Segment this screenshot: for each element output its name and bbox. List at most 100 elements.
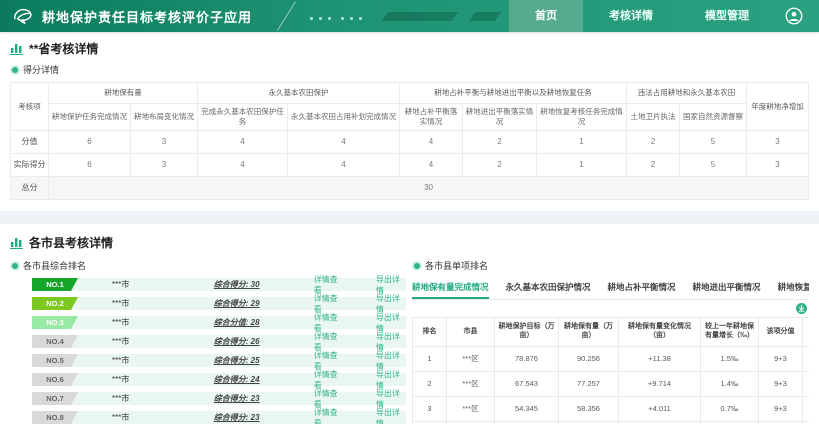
city-assessment-card: 各市县考核详情 各市县综合排名 NO.1***市综合得分: 30详情查看导出详情… — [0, 224, 819, 424]
single-table-cell — [803, 347, 810, 372]
rank-badge: NO.3 — [32, 316, 78, 329]
ranking-row: NO.5***市综合得分: 25详情查看导出详情 — [32, 354, 406, 367]
rank-badge: NO.2 — [32, 297, 78, 310]
rank-badge: NO.6 — [32, 373, 78, 386]
score-detail-row: 得分详情 — [10, 63, 809, 76]
score-subheader: 耕地恢复考核任务完成情况 — [537, 104, 627, 131]
city-section-title: 各市县考核详情 — [29, 234, 113, 251]
score-cell: 6 — [49, 154, 131, 177]
header-decoration — [286, 0, 498, 32]
bar-chart-icon — [10, 236, 23, 249]
single-table-cell: 77.257 — [559, 372, 619, 397]
user-avatar-icon[interactable] — [785, 7, 803, 25]
rank-badge: NO.1 — [32, 278, 78, 291]
brand: 耕地保护责任目标考核评价子应用 — [0, 0, 252, 32]
ranking-row: NO.7***市综合得分: 23详情查看导出详情 — [32, 392, 406, 405]
score-subheader: 永久基本农田占用补划完成情况 — [288, 104, 400, 131]
single-ranking-subtitle: 各市县单项排名 — [425, 259, 488, 272]
nav-tab-2[interactable]: 模型管理 — [679, 0, 775, 32]
total-score-row: 总分30 — [11, 177, 809, 200]
score-cell: 4 — [288, 154, 400, 177]
single-col-header-5: 较上一年耕地保有量增长（‰） — [701, 318, 759, 347]
score-cell: 5 — [680, 154, 747, 177]
single-col-header-4: 耕地保有量变化情况（亩） — [619, 318, 701, 347]
composite-ranking-header: 各市县综合排名 — [10, 259, 412, 272]
single-col-header-0: 排名 — [413, 318, 447, 347]
composite-score: 综合得分: 25 — [214, 355, 314, 366]
score-cell: 2 — [463, 131, 537, 154]
single-ranking-header: 各市县单项排名 — [412, 259, 809, 272]
score-cell: 4 — [400, 154, 463, 177]
single-ranking-tabs: 耕地保有量完成情况永久基本农田保护情况耕地占补平衡情况耕地进出平衡情况耕地恢复任… — [412, 278, 809, 300]
composite-ranking-list: NO.1***市综合得分: 30详情查看导出详情NO.2***市综合得分: 29… — [10, 278, 412, 424]
single-col-header-2: 耕地保护目标（万亩） — [495, 318, 559, 347]
bullet-icon — [12, 67, 18, 73]
single-table-cell — [803, 397, 810, 422]
score-row-label: 分值 — [11, 131, 49, 154]
province-assessment-card: **省考核详情 得分详情 考核项耕地保有量永久基本农田保护耕地占补平衡与耕地进出… — [0, 32, 819, 211]
score-cell: 2 — [627, 154, 680, 177]
province-section-header: **省考核详情 — [10, 40, 809, 57]
nav-tab-1[interactable]: 考核详情 — [583, 0, 679, 32]
ranking-row: NO.4***市综合得分: 26详情查看导出详情 — [32, 335, 406, 348]
score-subheader: 耕地占补平衡落实情况 — [400, 104, 463, 131]
download-icon[interactable] — [796, 303, 807, 314]
score-table-corner-label: 考核项 — [11, 83, 49, 131]
single-ranking-tab-0[interactable]: 耕地保有量完成情况 — [412, 278, 489, 299]
city-name: ***市 — [112, 412, 214, 423]
detail-view-link[interactable]: 详情查看 — [314, 407, 344, 424]
composite-score: 综合得分: 23 — [214, 393, 314, 404]
single-table-cell: 3 — [413, 397, 447, 422]
ranking-row: NO.2***市综合得分: 29详情查看导出详情 — [32, 297, 406, 310]
score-group-header-1: 永久基本农田保护 — [198, 83, 400, 104]
single-ranking-panel: 各市县单项排名 耕地保有量完成情况永久基本农田保护情况耕地占补平衡情况耕地进出平… — [412, 253, 809, 424]
single-table-cell: 0.7‰ — [701, 397, 759, 422]
score-header-row-1: 考核项耕地保有量永久基本农田保护耕地占补平衡与耕地进出平衡以及耕地恢复任务违法占… — [11, 83, 809, 104]
composite-score: 综合得分: 26 — [214, 336, 314, 347]
single-ranking-tab-1[interactable]: 永久基本农田保护情况 — [506, 278, 591, 299]
score-subheader: 耕地布局变化情况 — [131, 104, 198, 131]
score-cell: 4 — [198, 131, 288, 154]
score-group-header-3: 违法占用耕地和永久基本农田 — [627, 83, 747, 104]
screen: 耕地保护责任目标考核评价子应用 首页考核详情模型管理 — [0, 0, 819, 424]
single-table-header-row: 排名市县耕地保护目标（万亩）耕地保有量（万亩）耕地保有量变化情况（亩）较上一年耕… — [413, 318, 810, 347]
single-table-cell: 54.345 — [495, 397, 559, 422]
city-name: ***市 — [112, 355, 214, 366]
single-ranking-tab-3[interactable]: 耕地进出平衡情况 — [693, 278, 761, 299]
single-ranking-tab-2[interactable]: 耕地占补平衡情况 — [608, 278, 676, 299]
single-table-cell: +4.011 — [619, 397, 701, 422]
main-nav: 首页考核详情模型管理 — [509, 0, 775, 32]
single-table-cell: 1.5‰ — [701, 347, 759, 372]
single-table-cell: ***区 — [447, 347, 495, 372]
score-cell: 2 — [627, 131, 680, 154]
total-score-label: 总分 — [11, 177, 49, 200]
score-group-header-4: 年度耕地净增加 — [747, 83, 809, 131]
score-subheader: 耕地保护任务完成情况 — [49, 104, 131, 131]
decoration-bar — [469, 12, 501, 21]
single-table-cell: ***区 — [447, 397, 495, 422]
export-detail-link[interactable]: 导出详情 — [376, 407, 406, 424]
bullet-icon — [12, 263, 18, 269]
single-ranking-table: 排名市县耕地保护目标（万亩）耕地保有量（万亩）耕地保有量变化情况（亩）较上一年耕… — [412, 317, 809, 424]
nav-tab-0[interactable]: 首页 — [509, 0, 583, 32]
decoration-slash — [277, 1, 296, 30]
single-ranking-tab-4[interactable]: 耕地恢复任务完成情况 — [778, 278, 809, 299]
total-score-value: 30 — [49, 177, 809, 200]
score-value-row: 分值6344421253 — [11, 131, 809, 154]
single-table-cell: 9+3 — [759, 372, 803, 397]
single-table-cell: +11.38 — [619, 347, 701, 372]
city-name: ***市 — [112, 393, 214, 404]
composite-ranking-subtitle: 各市县综合排名 — [23, 259, 86, 272]
single-ranking-table-clip: 排名市县耕地保护目标（万亩）耕地保有量（万亩）耕地保有量变化情况（亩）较上一年耕… — [412, 317, 809, 424]
composite-ranking-panel: 各市县综合排名 NO.1***市综合得分: 30详情查看导出详情NO.2***市… — [10, 253, 412, 424]
single-table-cell: 78.876 — [495, 347, 559, 372]
score-group-header-0: 耕地保有量 — [49, 83, 198, 104]
ranking-row: NO.3***市综合分值: 28详情查看导出详情 — [32, 316, 406, 329]
single-col-header-7: 该项得分 — [803, 318, 810, 347]
ranking-row: NO.8***市综合得分: 23详情查看导出详情 — [32, 411, 406, 424]
province-score-table: 考核项耕地保有量永久基本农田保护耕地占补平衡与耕地进出平衡以及耕地恢复任务违法占… — [10, 82, 809, 200]
bullet-icon — [414, 263, 420, 269]
province-section-title: **省考核详情 — [29, 40, 98, 57]
composite-score: 综合分值: 28 — [214, 317, 314, 328]
score-cell: 3 — [131, 131, 198, 154]
